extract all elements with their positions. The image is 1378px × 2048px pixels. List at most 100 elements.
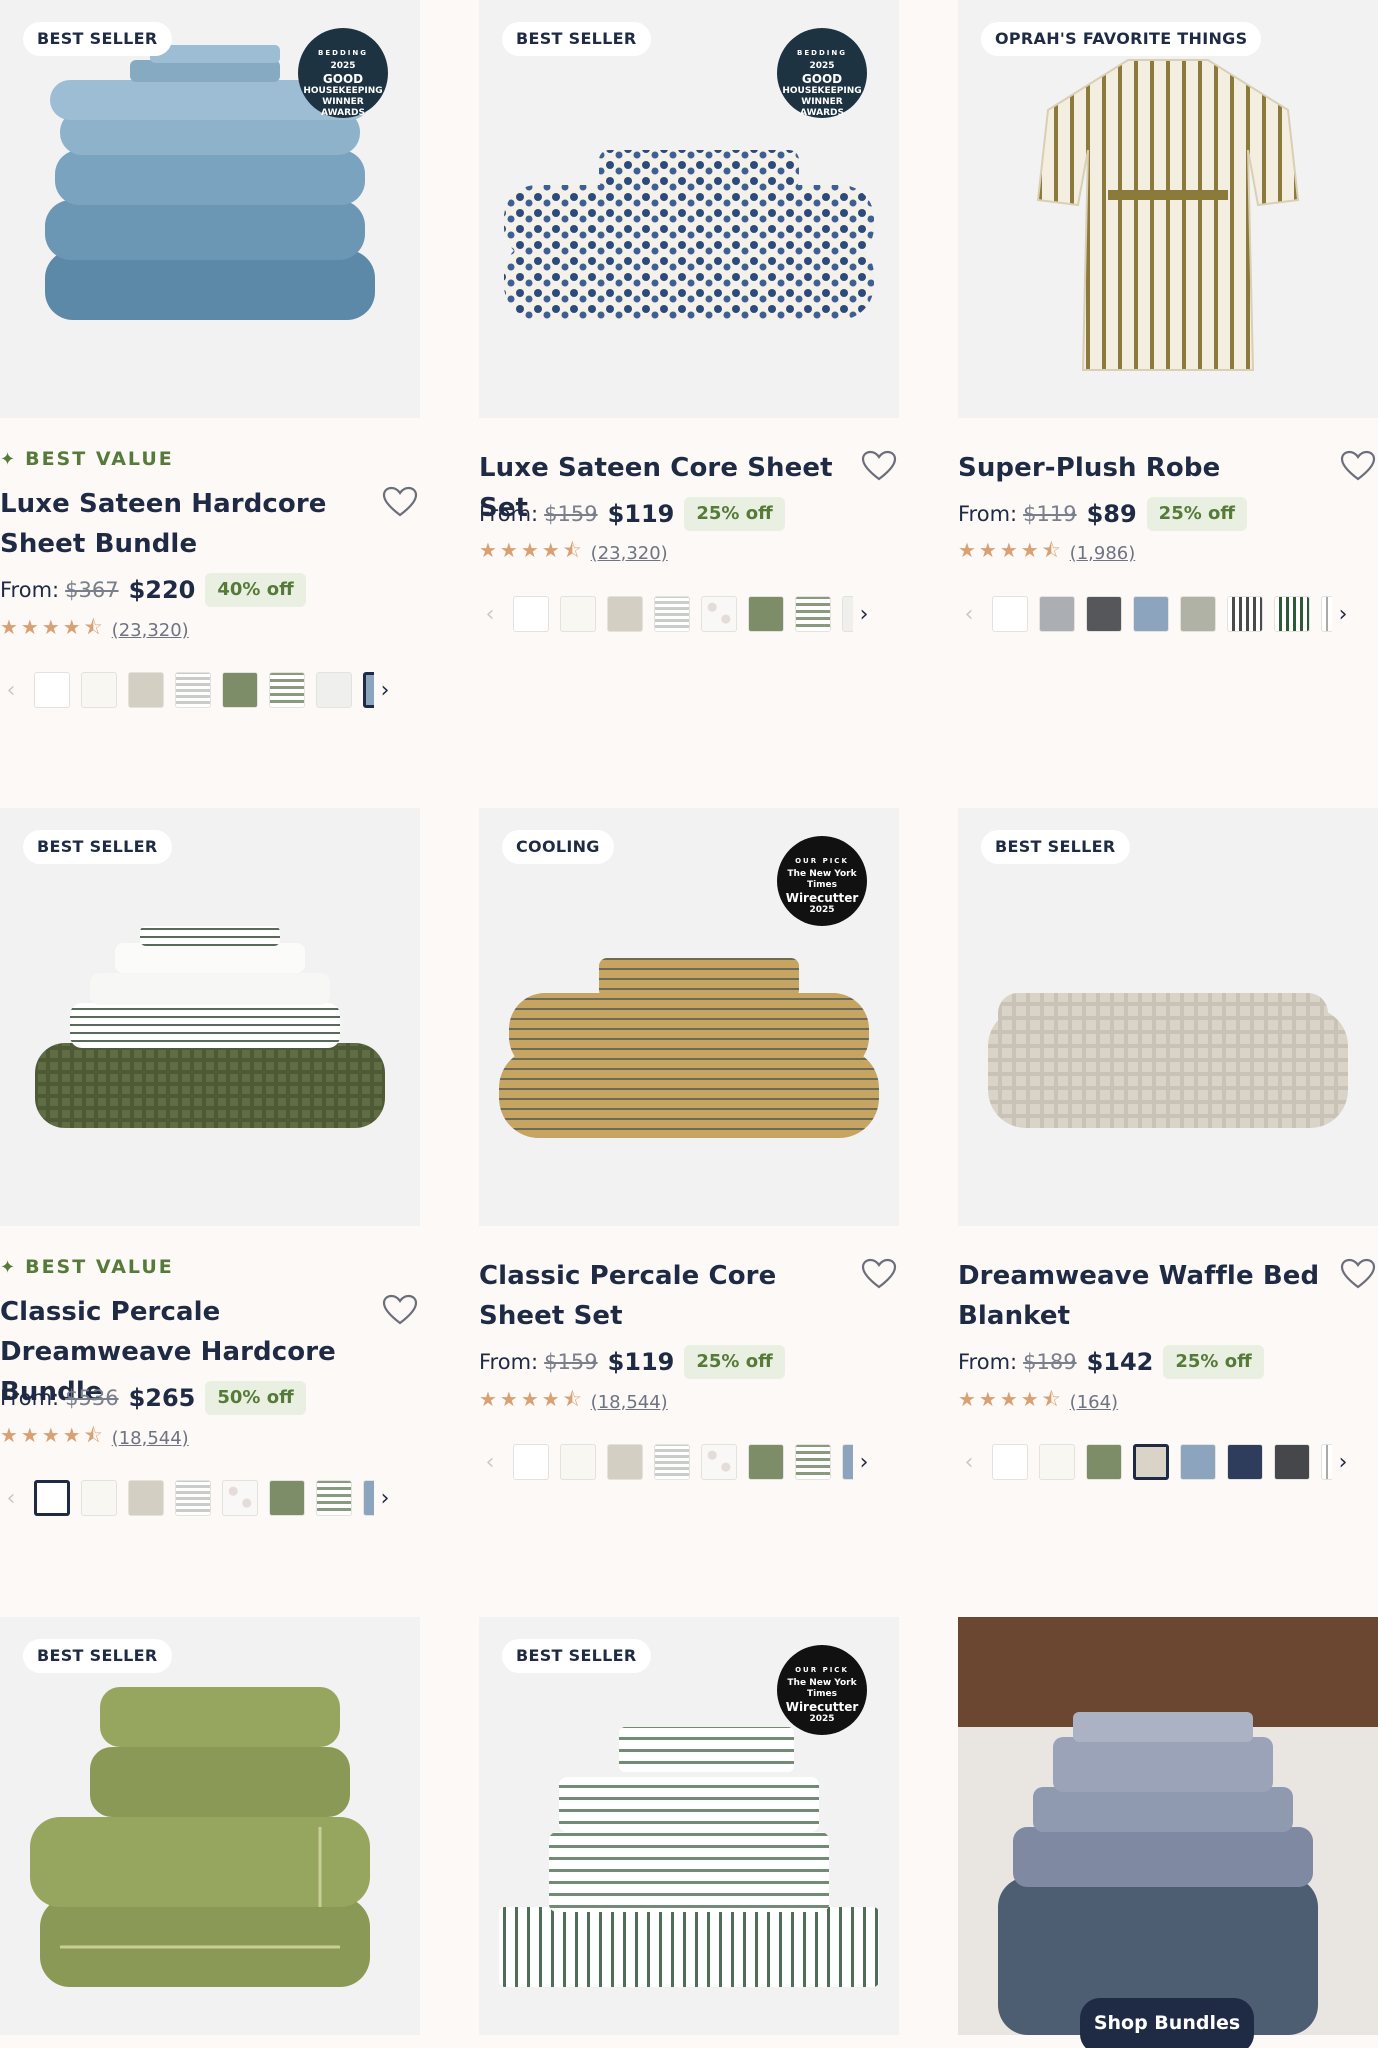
swatch-blue[interactable] bbox=[363, 672, 374, 708]
swatch-black-stripe[interactable] bbox=[1227, 596, 1263, 632]
swatch-moss[interactable] bbox=[1086, 1444, 1122, 1480]
chevron-right-icon[interactable]: › bbox=[374, 678, 396, 703]
heart-outline-icon[interactable] bbox=[861, 1258, 897, 1290]
swatch-mist[interactable] bbox=[842, 596, 853, 632]
swatch-grey-stripe[interactable] bbox=[654, 596, 690, 632]
chevron-right-icon[interactable]: › bbox=[853, 602, 875, 627]
star-icon: ★★★★⯪ bbox=[479, 1387, 585, 1411]
swatch-ivory[interactable] bbox=[81, 1480, 117, 1516]
swatch-ivory[interactable] bbox=[1039, 1444, 1075, 1480]
swatch-moss[interactable] bbox=[748, 596, 784, 632]
chevron-left-icon[interactable]: ‹ bbox=[479, 1450, 501, 1475]
swatch-blue[interactable] bbox=[1180, 1444, 1216, 1480]
product-image[interactable]: BEST SELLER OUR PICK The New York Times … bbox=[479, 1617, 899, 2035]
swatch-grey-stripe[interactable] bbox=[654, 1444, 690, 1480]
product-rating[interactable]: ★★★★⯪ (23,320) bbox=[479, 538, 668, 565]
product-image[interactable]: BEST SELLER bbox=[0, 1617, 420, 2035]
swatch-white[interactable] bbox=[992, 1444, 1028, 1480]
review-count-link[interactable]: (164) bbox=[1070, 1392, 1118, 1413]
product-rating[interactable]: ★★★★⯪ (164) bbox=[958, 1387, 1118, 1414]
product-badge: BEST SELLER bbox=[502, 22, 651, 56]
swatch-moss[interactable] bbox=[222, 672, 258, 708]
shop-bundles-button[interactable]: Shop Bundles bbox=[1080, 1998, 1254, 2048]
product-image[interactable]: BEST SELLER BEDDING 2025 GOOD HOUSEKEEPI… bbox=[0, 0, 420, 418]
product-rating[interactable]: ★★★★⯪ (18,544) bbox=[479, 1387, 668, 1414]
product-title[interactable]: Super-Plush Robe bbox=[958, 448, 1328, 488]
heart-outline-icon[interactable] bbox=[382, 1294, 418, 1326]
swatch-mist[interactable] bbox=[316, 672, 352, 708]
swatch-moss[interactable] bbox=[269, 1480, 305, 1516]
swatch-sage[interactable] bbox=[1180, 596, 1216, 632]
review-count-link[interactable]: (18,544) bbox=[591, 1392, 668, 1413]
chevron-right-icon[interactable]: › bbox=[1332, 602, 1354, 627]
swatch-ivory[interactable] bbox=[560, 1444, 596, 1480]
promo-image[interactable] bbox=[958, 1617, 1378, 2035]
swatch-blue[interactable] bbox=[363, 1480, 374, 1516]
product-image[interactable]: COOLING OUR PICK The New York Times Wire… bbox=[479, 808, 899, 1226]
chevron-right-icon[interactable]: › bbox=[1332, 1450, 1354, 1475]
heart-outline-icon[interactable] bbox=[1340, 1258, 1376, 1290]
swatch-white[interactable] bbox=[34, 672, 70, 708]
swatch-floral[interactable] bbox=[701, 596, 737, 632]
swatch-green-stripe[interactable] bbox=[795, 596, 831, 632]
swatch-white[interactable] bbox=[34, 1480, 70, 1516]
swatch-green-stripe[interactable] bbox=[1274, 596, 1310, 632]
heart-outline-icon[interactable] bbox=[382, 486, 418, 518]
swatch-sand[interactable] bbox=[607, 596, 643, 632]
product-badge: BEST SELLER bbox=[23, 830, 172, 864]
review-count-link[interactable]: (18,544) bbox=[112, 1428, 189, 1449]
product-title[interactable]: Dreamweave Waffle Bed Blanket bbox=[958, 1256, 1328, 1336]
swatch-light-grey[interactable] bbox=[1039, 596, 1075, 632]
swatch-green-stripe[interactable] bbox=[269, 672, 305, 708]
chevron-left-icon[interactable]: ‹ bbox=[0, 1486, 22, 1511]
swatch-charcoal[interactable] bbox=[1274, 1444, 1310, 1480]
green-towel-stack-image bbox=[30, 1687, 370, 1987]
chevron-right-icon[interactable]: › bbox=[374, 1486, 396, 1511]
swatch-navy[interactable] bbox=[1227, 1444, 1263, 1480]
product-image[interactable]: BEST SELLER bbox=[958, 808, 1378, 1226]
product-image[interactable]: BEST SELLER bbox=[0, 808, 420, 1226]
review-count-link[interactable]: (23,320) bbox=[112, 620, 189, 641]
swatch-floral[interactable] bbox=[701, 1444, 737, 1480]
chevron-left-icon[interactable]: ‹ bbox=[958, 602, 980, 627]
product-rating[interactable]: ★★★★⯪ (23,320) bbox=[0, 615, 189, 642]
swatch-grey-stripe[interactable] bbox=[1321, 1444, 1332, 1480]
review-count-link[interactable]: (23,320) bbox=[591, 543, 668, 564]
heart-outline-icon[interactable] bbox=[1340, 450, 1376, 482]
swatch-ivory[interactable] bbox=[81, 672, 117, 708]
swatch-white[interactable] bbox=[513, 596, 549, 632]
swatch-green-stripe[interactable] bbox=[795, 1444, 831, 1480]
chevron-left-icon[interactable]: ‹ bbox=[0, 678, 22, 703]
product-image[interactable]: BEST SELLER BEDDING 2025 GOOD HOUSEKEEPI… bbox=[479, 0, 899, 418]
product-rating[interactable]: ★★★★⯪ (1,986) bbox=[958, 538, 1136, 565]
swatch-blue[interactable] bbox=[1133, 596, 1169, 632]
color-swatches: ‹ › bbox=[958, 1442, 1378, 1482]
swatch-sand[interactable] bbox=[607, 1444, 643, 1480]
product-title[interactable]: Classic Percale Core Sheet Set bbox=[479, 1256, 849, 1336]
product-image[interactable]: OPRAH'S FAVORITE THINGS bbox=[958, 0, 1378, 418]
product-badge: COOLING bbox=[502, 830, 614, 864]
swatch-white[interactable] bbox=[992, 596, 1028, 632]
product-badge: BEST SELLER bbox=[502, 1639, 651, 1673]
swatch-blue[interactable] bbox=[842, 1444, 853, 1480]
chevron-left-icon[interactable]: ‹ bbox=[479, 602, 501, 627]
product-title[interactable]: Luxe Sateen Hardcore Sheet Bundle bbox=[0, 484, 370, 564]
swatch-floral[interactable] bbox=[222, 1480, 258, 1516]
swatch-sand[interactable] bbox=[128, 1480, 164, 1516]
swatch-grey-stripe[interactable] bbox=[175, 672, 211, 708]
review-count-link[interactable]: (1,986) bbox=[1070, 543, 1136, 564]
swatch-grey-stripe[interactable] bbox=[175, 1480, 211, 1516]
swatch-oatmeal[interactable] bbox=[1133, 1444, 1169, 1480]
swatch-white[interactable] bbox=[513, 1444, 549, 1480]
swatch-sand[interactable] bbox=[128, 672, 164, 708]
swatch-green-stripe[interactable] bbox=[316, 1480, 352, 1516]
star-icon: ★★★★⯪ bbox=[958, 1387, 1064, 1411]
swatch-grey-stripe[interactable] bbox=[1321, 596, 1332, 632]
chevron-right-icon[interactable]: › bbox=[853, 1450, 875, 1475]
heart-outline-icon[interactable] bbox=[861, 450, 897, 482]
chevron-left-icon[interactable]: ‹ bbox=[958, 1450, 980, 1475]
swatch-moss[interactable] bbox=[748, 1444, 784, 1480]
product-rating[interactable]: ★★★★⯪ (18,544) bbox=[0, 1423, 189, 1450]
swatch-charcoal[interactable] bbox=[1086, 596, 1122, 632]
swatch-ivory[interactable] bbox=[560, 596, 596, 632]
